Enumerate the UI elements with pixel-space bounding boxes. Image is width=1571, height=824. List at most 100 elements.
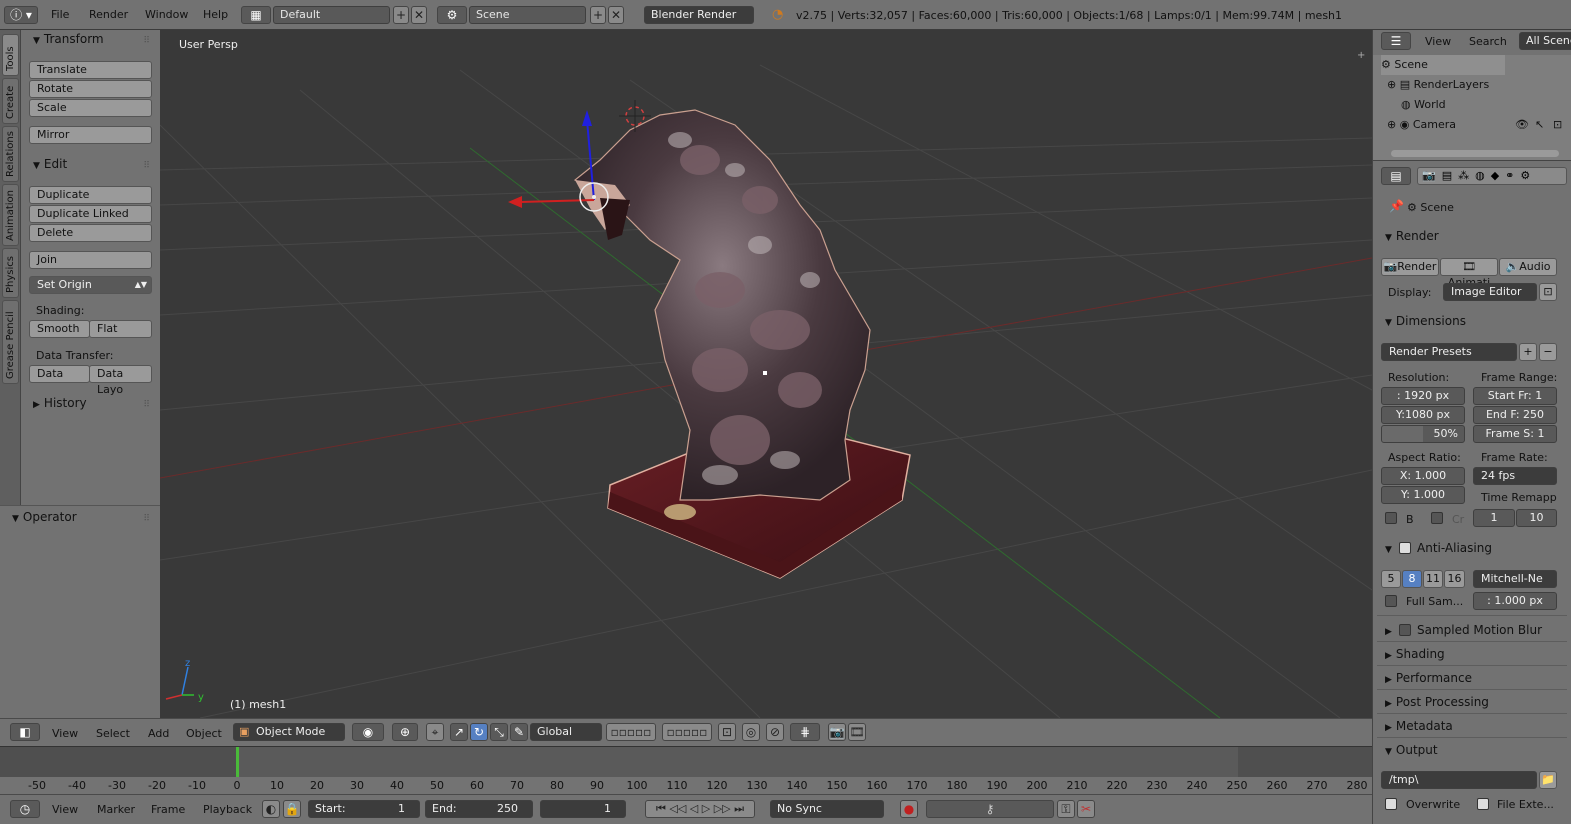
join-button[interactable]: Join [29,251,152,269]
properties-editor-icon[interactable]: ▤ [1381,167,1411,185]
drag-grip-icon[interactable]: ⠿ [143,161,150,171]
tab-relations[interactable]: Relations [2,126,19,182]
render-engine-select[interactable]: Blender Render [644,6,754,24]
current-frame-field[interactable]: 1 [540,800,626,818]
pin-icon[interactable]: 📌 [1389,199,1404,213]
transform-panel-header[interactable]: ▼ Transform [33,32,104,46]
crop-checkbox[interactable] [1431,512,1443,524]
menu-marker[interactable]: Marker [97,803,135,816]
tab-physics[interactable]: Physics [2,248,19,298]
sync-mode-select[interactable]: No Sync [770,800,884,818]
editor-type-icon[interactable]: ◷ [10,800,40,818]
dimensions-panel-header[interactable]: ▼ Dimensions [1385,314,1466,328]
smooth-button[interactable]: Smooth [29,320,90,338]
transform-orientation-select[interactable]: Global [530,723,602,741]
tab-create[interactable]: Create [2,78,19,124]
rotate-button[interactable]: Rotate [29,80,152,98]
menu-view[interactable]: View [52,803,78,816]
rotate-manipulator-icon[interactable]: ↻ [470,723,488,741]
visibility-eye-icon[interactable]: 👁 [1515,115,1529,135]
scene-field[interactable]: Scene [469,6,586,24]
current-frame-marker[interactable] [236,747,239,777]
data-layout-button[interactable]: Data Layo [89,365,152,396]
scale-button[interactable]: Scale [29,99,152,117]
delete-keyframe-icon[interactable]: ✂ [1077,800,1095,818]
render-button[interactable]: 📷Render [1381,258,1439,276]
record-icon[interactable]: ● [900,800,918,818]
resolution-percentage-slider[interactable]: 50% [1381,425,1465,443]
output-path-field[interactable]: /tmp\ [1381,771,1537,789]
info-editor-type-icon[interactable]: ⓘ ▾ [4,6,38,24]
drag-grip-icon[interactable]: ⠿ [143,36,150,46]
overwrite-checkbox[interactable] [1385,798,1397,810]
drag-grip-icon[interactable]: ⠿ [143,514,150,524]
manipulator-space-icon[interactable]: ✎ [510,723,528,741]
audio-button[interactable]: 🔈Audio [1499,258,1557,276]
outliner-scrollbar[interactable] [1391,150,1559,157]
aa-samples-8[interactable]: 8 [1402,570,1422,588]
menu-render[interactable]: Render [89,8,128,21]
frame-rate-select[interactable]: 24 fps [1473,467,1557,485]
render-animation-button[interactable]: 🎞Animati [1440,258,1498,289]
resolution-y-field[interactable]: Y:1080 px [1381,406,1465,424]
menu-window[interactable]: Window [145,8,188,21]
render-animation-icon[interactable]: 🎞 [848,723,866,741]
outliner-row-world[interactable]: ◍ World [1401,95,1571,115]
lock-layers-icon[interactable]: ⊡ [718,723,736,741]
menu-file[interactable]: File [51,8,69,21]
proportional-edit-icon[interactable]: ◎ [742,723,760,741]
shading-panel-header[interactable]: ▶ Shading [1385,647,1445,661]
set-origin-dropdown[interactable]: Set Origin ▲▼ [29,276,152,294]
menu-select[interactable]: Select [96,727,130,740]
3d-viewport[interactable]: y z User Persp (1) mesh1 + [160,30,1372,718]
translate-button[interactable]: Translate [29,61,152,79]
metadata-panel-header[interactable]: ▶ Metadata [1385,719,1453,733]
menu-frame[interactable]: Frame [151,803,185,816]
performance-panel-header[interactable]: ▶ Performance [1385,671,1472,685]
screen-layout-field[interactable]: Default [273,6,390,24]
drag-grip-icon[interactable]: ⠿ [143,400,150,410]
aa-samples-5[interactable]: 5 [1381,570,1401,588]
duplicate-button[interactable]: Duplicate [29,186,152,204]
sampled-motion-blur-panel-header[interactable]: ▶ [1385,623,1396,637]
outliner-display-mode-select[interactable]: All Scene [1519,32,1571,50]
time-remap-new-field[interactable]: 10 [1516,509,1557,527]
anti-aliasing-panel-header[interactable]: ▼ [1385,541,1396,555]
menu-playback[interactable]: Playback [203,803,252,816]
aa-samples-16[interactable]: 16 [1444,570,1465,588]
render-camera-icon[interactable]: ⊡ [1553,115,1562,135]
eagle-mesh[interactable] [573,109,911,579]
duplicate-linked-button[interactable]: Duplicate Linked [29,205,152,223]
layers-grid-1[interactable]: ▫▫▫▫▫ [606,723,656,741]
scene-icon[interactable]: ⚙ [437,6,467,24]
render-still-icon[interactable]: 📷 [828,723,846,741]
start-frame-prop-field[interactable]: Start Fr: 1 [1473,387,1557,405]
properties-context-tabs[interactable]: 📷▤⁂◍◆⚭⚙ [1417,167,1567,185]
aa-filter-select[interactable]: Mitchell-Ne [1473,570,1557,588]
insert-keyframe-icon[interactable]: ⚿ [1057,800,1075,818]
full-sample-checkbox[interactable] [1385,595,1397,607]
region-toggle-icon[interactable]: + [1357,50,1365,61]
add-scene-icon[interactable]: + [590,6,606,24]
delete-button[interactable]: Delete [29,224,152,242]
mode-select[interactable]: ▣ Object Mode [233,723,345,741]
preview-range-icon[interactable]: ◐ [262,800,280,818]
outliner-view-menu[interactable]: View [1425,35,1451,48]
file-extensions-checkbox[interactable] [1477,798,1489,810]
mirror-button[interactable]: Mirror [29,126,152,144]
time-remap-old-field[interactable]: 1 [1473,509,1515,527]
border-checkbox[interactable] [1385,512,1397,524]
aspect-y-field[interactable]: Y: 1.000 [1381,486,1465,504]
frame-step-field[interactable]: Frame S: 1 [1473,425,1557,443]
playback-controls[interactable]: ⏮ ◁◁ ◁ ▷ ▷▷ ⏭ [645,800,755,818]
motion-blur-checkbox[interactable] [1399,624,1411,636]
menu-add[interactable]: Add [148,727,169,740]
scale-manipulator-icon[interactable]: ⤡ [490,723,508,741]
start-frame-field[interactable]: Start: 1 [308,800,420,818]
add-preset-icon[interactable]: + [1519,343,1537,361]
layers-grid-2[interactable]: ▫▫▫▫▫ [662,723,712,741]
outliner-row-renderlayers[interactable]: ⊕ ▤ RenderLayers [1387,75,1571,95]
snap-element-icon[interactable]: ⋕ [790,723,820,741]
tab-animation[interactable]: Animation [2,184,19,246]
end-frame-prop-field[interactable]: End F: 250 [1473,406,1557,424]
